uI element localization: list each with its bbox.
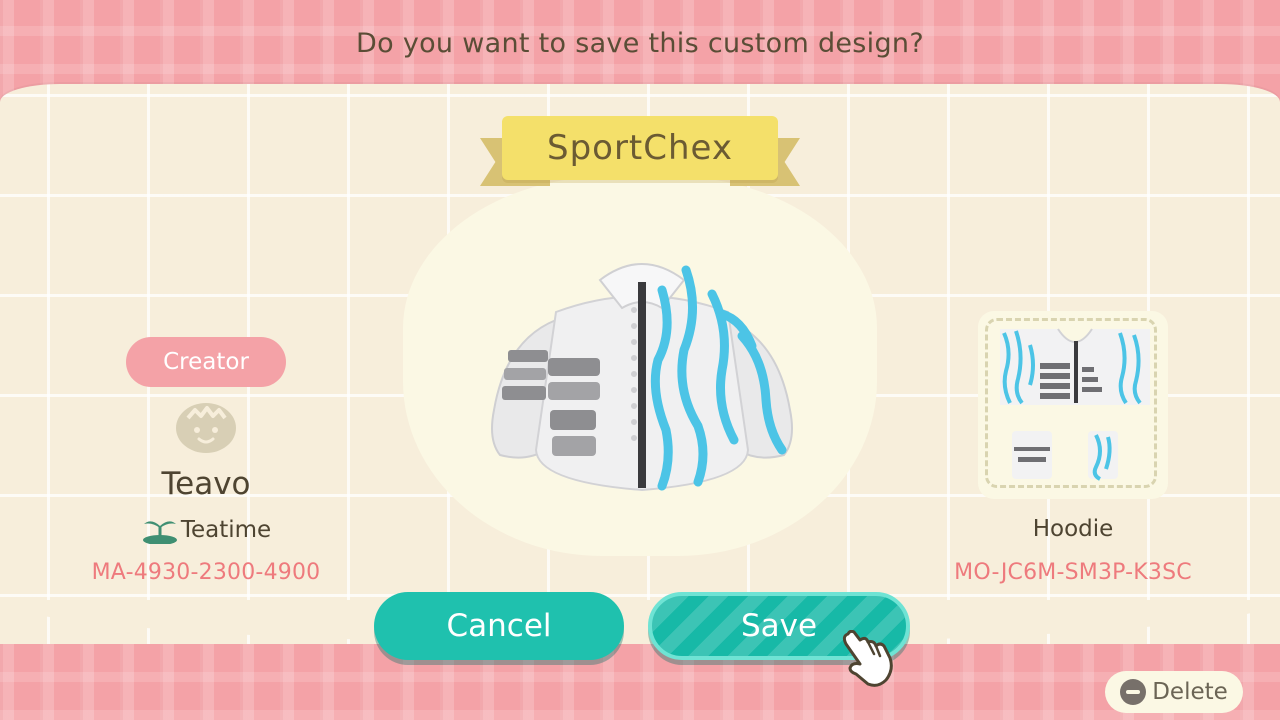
palm-island-icon xyxy=(142,521,177,544)
design-title: SportChex xyxy=(546,128,733,168)
save-button-label: Save xyxy=(740,608,818,644)
delete-button-label: Delete xyxy=(1152,679,1228,705)
design-id: MO-JC6M-SM3P-K3SC xyxy=(954,560,1192,585)
hoodie-preview xyxy=(491,263,793,492)
save-prompt-question: Do you want to save this custom design? xyxy=(356,28,924,59)
design-title-ribbon: SportChex xyxy=(502,116,778,180)
island-name: Teatime xyxy=(180,517,272,543)
cancel-button-label: Cancel xyxy=(446,608,552,644)
pointing-hand-icon xyxy=(842,630,893,687)
delete-button[interactable]: Delete xyxy=(1105,671,1243,713)
creator-island: Teatime xyxy=(100,516,312,544)
design-type: Hoodie xyxy=(1032,516,1114,542)
villager-face-icon xyxy=(176,403,236,453)
pattern-thumbnail xyxy=(978,311,1168,499)
creator-name: Teavo xyxy=(161,466,251,502)
creator-label: Creator xyxy=(163,349,249,375)
creator-label-pill: Creator xyxy=(126,337,286,387)
minus-circle-icon xyxy=(1120,679,1147,705)
cancel-button[interactable]: Cancel xyxy=(374,592,624,660)
pattern-sheet xyxy=(1000,328,1150,481)
creator-id: MA-4930-2300-4900 xyxy=(91,560,321,585)
